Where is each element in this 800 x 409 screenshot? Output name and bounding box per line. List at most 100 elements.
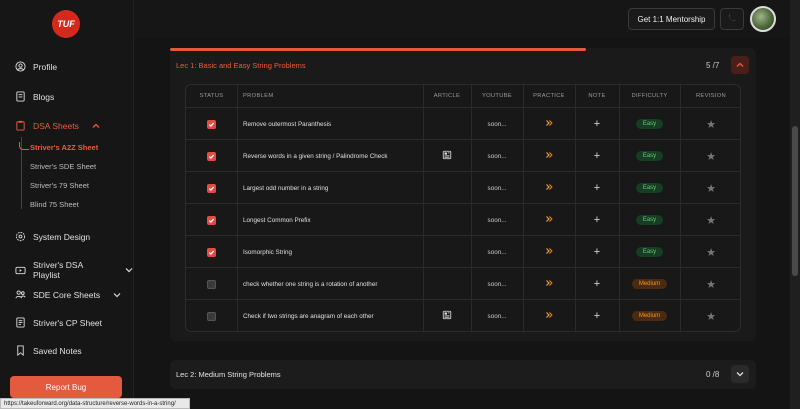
sidebar-item-blogs[interactable]: Blogs xyxy=(15,91,54,102)
theme-toggle-button[interactable] xyxy=(720,8,744,30)
note-cell: + xyxy=(575,108,619,140)
sidebar: TUF Profile Blogs DSA Sheets Striver's A… xyxy=(0,0,134,409)
user-circle-icon xyxy=(15,61,26,72)
sidebar-item-saved-notes[interactable]: Saved Notes xyxy=(15,345,82,356)
article-icon[interactable] xyxy=(442,150,452,162)
header-note: NOTE xyxy=(588,93,606,99)
sidebar-item-sde-core[interactable]: SDE Core Sheets xyxy=(15,289,121,300)
lecture-title[interactable]: Lec 2: Medium String Problems xyxy=(176,370,281,379)
sheet-item-sde[interactable]: Striver's SDE Sheet xyxy=(30,162,96,171)
plus-icon[interactable]: + xyxy=(594,278,600,290)
problem-name[interactable]: Longest Common Prefix xyxy=(243,204,423,236)
star-icon[interactable]: ★ xyxy=(706,278,716,291)
plus-icon[interactable]: + xyxy=(594,310,600,322)
header-practice: PRACTICE xyxy=(533,93,565,99)
sidebar-item-profile[interactable]: Profile xyxy=(15,61,57,72)
difficulty-badge: Easy xyxy=(635,151,664,161)
practice-cell xyxy=(523,300,575,331)
practice-cell xyxy=(523,140,575,172)
problem-name[interactable]: Largest odd number in a string xyxy=(243,172,423,204)
gear-icon xyxy=(15,231,26,242)
avatar[interactable] xyxy=(750,6,776,32)
codestudio-icon[interactable] xyxy=(544,278,554,290)
problem-name[interactable]: Isomorphic String xyxy=(243,236,423,268)
difficulty-cell: Easy xyxy=(619,172,680,204)
problem-name[interactable]: Remove outermost Paranthesis xyxy=(243,108,423,140)
article-icon[interactable] xyxy=(442,310,452,322)
codestudio-icon[interactable] xyxy=(544,310,554,322)
report-bug-button[interactable]: Report Bug xyxy=(10,376,122,398)
collapse-button[interactable] xyxy=(731,56,749,74)
lecture-progress-count: 0 /8 xyxy=(706,370,720,379)
status-cell xyxy=(186,172,237,204)
plus-icon[interactable]: + xyxy=(594,182,600,194)
active-sheet-connector xyxy=(19,142,29,150)
header-status: STATUS xyxy=(199,93,224,99)
star-icon[interactable]: ★ xyxy=(706,182,716,195)
codestudio-icon[interactable] xyxy=(544,182,554,194)
status-cell xyxy=(186,140,237,172)
note-cell: + xyxy=(575,204,619,236)
sheet-item-a2z[interactable]: Striver's A2Z Sheet xyxy=(30,143,98,152)
sidebar-item-label: Striver's DSA Playlist xyxy=(33,260,83,280)
star-icon[interactable]: ★ xyxy=(706,246,716,259)
status-cell xyxy=(186,300,237,331)
practice-cell xyxy=(523,268,575,300)
star-icon[interactable]: ★ xyxy=(706,150,716,163)
status-checkbox[interactable] xyxy=(207,279,216,289)
sheet-item-blind75[interactable]: Blind 75 Sheet xyxy=(30,200,79,209)
tuf-logo[interactable]: TUF xyxy=(52,10,80,38)
table-row: Largest odd number in a string soon... + Ea… xyxy=(186,171,740,204)
problem-name[interactable]: check whether one string is a rotation o… xyxy=(243,268,423,300)
youtube-status: soon... xyxy=(487,216,507,224)
status-checkbox[interactable] xyxy=(207,247,216,257)
note-cell: + xyxy=(575,236,619,268)
difficulty-cell: Easy xyxy=(619,236,680,268)
difficulty-cell: Easy xyxy=(619,204,680,236)
problem-name[interactable]: Reverse words in a given string / Palind… xyxy=(243,140,423,172)
status-checkbox[interactable] xyxy=(207,119,216,129)
article-cell xyxy=(423,268,471,300)
youtube-icon xyxy=(15,265,26,276)
star-icon[interactable]: ★ xyxy=(706,214,716,227)
expand-button[interactable] xyxy=(731,365,749,383)
revision-cell: ★ xyxy=(680,172,740,204)
codestudio-icon[interactable] xyxy=(544,118,554,130)
status-checkbox[interactable] xyxy=(207,183,216,193)
codestudio-icon[interactable] xyxy=(544,214,554,226)
moon-icon xyxy=(727,10,738,28)
note-cell: + xyxy=(575,300,619,331)
plus-icon[interactable]: + xyxy=(594,118,600,130)
mentorship-button[interactable]: Get 1:1 Mentorship xyxy=(628,8,715,30)
table-row: check whether one string is a rotation o… xyxy=(186,267,740,300)
youtube-status: soon... xyxy=(487,248,507,256)
article-cell xyxy=(423,300,471,331)
star-icon[interactable]: ★ xyxy=(706,310,716,323)
status-checkbox[interactable] xyxy=(207,215,216,225)
lecture-title[interactable]: Lec 1: Basic and Easy String Problems xyxy=(176,61,306,70)
sidebar-item-dsa-sheets[interactable]: DSA Sheets xyxy=(15,120,100,131)
note-cell: + xyxy=(575,140,619,172)
clipboard-icon xyxy=(15,120,26,131)
plus-icon[interactable]: + xyxy=(594,214,600,226)
sidebar-item-cp-sheet[interactable]: Striver's CP Sheet xyxy=(15,317,102,328)
book-icon xyxy=(15,91,26,102)
codestudio-icon[interactable] xyxy=(544,150,554,162)
status-checkbox[interactable] xyxy=(207,151,216,161)
revision-cell: ★ xyxy=(680,108,740,140)
plus-icon[interactable]: + xyxy=(594,150,600,162)
sidebar-item-system-design[interactable]: System Design xyxy=(15,231,90,242)
problem-name[interactable]: Check if two strings are anagram of each… xyxy=(243,300,423,331)
codestudio-icon[interactable] xyxy=(544,246,554,258)
plus-icon[interactable]: + xyxy=(594,246,600,258)
status-checkbox[interactable] xyxy=(207,311,216,321)
sheet-icon xyxy=(15,317,26,328)
sidebar-item-dsa-playlist[interactable]: Striver's DSA Playlist xyxy=(15,260,133,280)
chevron-down-icon xyxy=(113,291,121,299)
chevron-up-icon xyxy=(736,56,744,74)
sheet-item-79[interactable]: Striver's 79 Sheet xyxy=(30,181,89,190)
scrollbar-thumb[interactable] xyxy=(792,126,798,276)
star-icon[interactable]: ★ xyxy=(706,118,716,131)
chevron-up-icon xyxy=(92,122,100,130)
sidebar-item-label: DSA Sheets xyxy=(33,120,79,131)
